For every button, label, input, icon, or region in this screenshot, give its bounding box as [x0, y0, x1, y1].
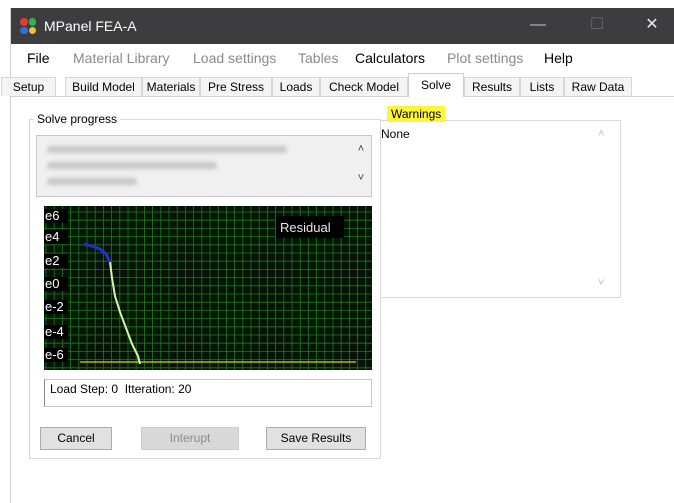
menu-bar: File Material Library Load settings Tabl…	[11, 46, 674, 70]
tab-pre-stress[interactable]: Pre Stress	[200, 77, 272, 96]
menu-plot-settings[interactable]: Plot settings	[447, 50, 523, 66]
tab-raw-data[interactable]: Raw Data	[564, 77, 632, 96]
tab-lists[interactable]: Lists	[520, 77, 564, 96]
menu-calculators[interactable]: Calculators	[355, 50, 425, 66]
cancel-button[interactable]: Cancel	[40, 427, 112, 450]
plot-title: Residual	[280, 220, 331, 235]
y-axis-tick-label: e2	[45, 253, 59, 268]
residual-plot-canvas: e6 e4 e2 e0 e-2 e-4 e-6 Residual	[44, 206, 372, 370]
tab-results[interactable]: Results	[464, 77, 520, 96]
tab-materials[interactable]: Materials	[142, 77, 200, 96]
warning-item: None	[381, 127, 410, 141]
status-box: Load Step: 0 Itteration: 20	[44, 379, 372, 407]
tab-loads[interactable]: Loads	[272, 77, 320, 96]
menu-material-library[interactable]: Material Library	[73, 50, 169, 66]
log-line-blurred	[47, 162, 217, 169]
warnings-label: Warnings	[387, 106, 446, 122]
interrupt-button[interactable]: Interupt	[141, 427, 239, 450]
tab-divider	[11, 96, 674, 97]
warnings-scroll-up-icon[interactable]: ˄	[598, 128, 604, 140]
tab-bar: Setup Build Model Materials Pre Stress L…	[1, 73, 674, 97]
window-title: MPanel FEA-A	[44, 18, 137, 34]
close-button[interactable]: ✕	[629, 8, 674, 44]
y-axis-tick-label: e-2	[45, 299, 64, 314]
y-axis-tick-label: e-4	[45, 324, 64, 339]
menu-file[interactable]: File	[27, 50, 50, 66]
app-window: MPanel FEA-A — ☐ ✕ File Material Library…	[1, 8, 674, 503]
menu-load-settings[interactable]: Load settings	[193, 50, 276, 66]
tab-check-model[interactable]: Check Model	[320, 77, 408, 96]
tab-build-model[interactable]: Build Model	[65, 77, 142, 96]
plot-y-axis-labels: e6 e4 e2 e0 e-2 e-4 e-6	[44, 208, 68, 362]
log-line-blurred	[47, 146, 287, 153]
scroll-down-icon[interactable]: ˅	[353, 172, 369, 184]
scroll-up-icon[interactable]: ˄	[353, 143, 369, 155]
save-results-button[interactable]: Save Results	[266, 427, 366, 450]
iteration-status: Load Step: 0 Itteration: 20	[50, 382, 192, 396]
menu-help[interactable]: Help	[544, 50, 573, 66]
menu-tables[interactable]: Tables	[298, 50, 338, 66]
tab-setup[interactable]: Setup	[1, 77, 56, 96]
title-bar[interactable]: MPanel FEA-A — ☐ ✕	[11, 8, 674, 44]
warnings-group	[380, 120, 621, 298]
y-axis-tick-label: e0	[45, 276, 59, 291]
y-axis-tick-label: e4	[45, 229, 59, 244]
maximize-button[interactable]: ☐	[574, 8, 620, 44]
solve-log-box[interactable]: ˄ ˅	[36, 135, 372, 197]
minimize-button[interactable]: —	[515, 8, 561, 44]
app-logo-icon	[20, 18, 36, 34]
log-line-blurred	[47, 178, 137, 185]
tab-solve[interactable]: Solve	[408, 73, 464, 97]
warnings-scroll-down-icon[interactable]: ˅	[598, 277, 604, 289]
residual-plot: e6 e4 e2 e0 e-2 e-4 e-6 Residual	[44, 206, 372, 370]
solve-progress-label: Solve progress	[34, 112, 121, 126]
y-axis-tick-label: e6	[45, 208, 59, 223]
y-axis-tick-label: e-6	[45, 347, 64, 362]
